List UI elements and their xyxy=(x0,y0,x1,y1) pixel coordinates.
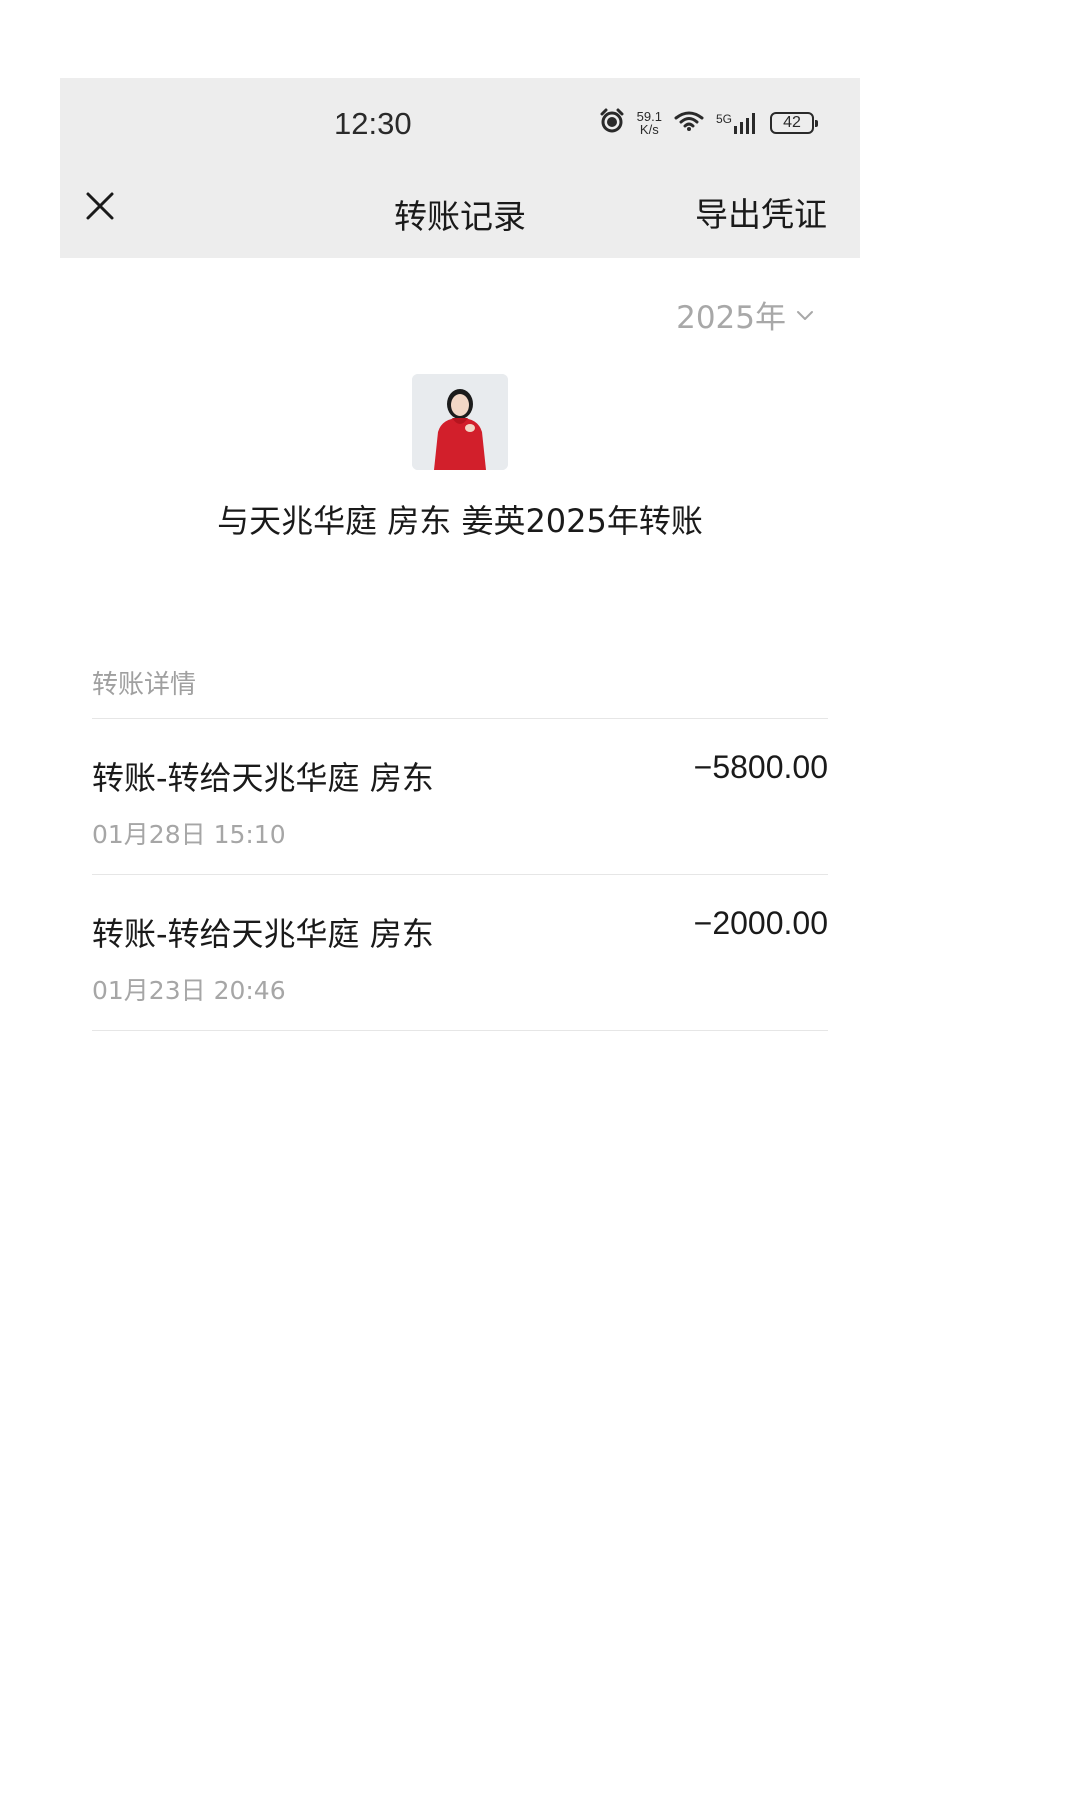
section-label: 转账详情 xyxy=(92,670,197,700)
signal-icon: 5G xyxy=(716,112,758,134)
transaction-title: 转账-转给天兆华庭 房东 xyxy=(92,759,434,797)
transaction-amount: −5800.00 xyxy=(693,749,828,785)
app-window: 12:30 59.1 K/s 5G 42 转账记录 导出凭证 2025年 与天兆… xyxy=(60,78,860,1778)
nav-bar: 转账记录 导出凭证 xyxy=(60,168,860,258)
transaction-time: 01月23日 20:46 xyxy=(92,976,286,1005)
year-label: 2025年 xyxy=(676,300,786,336)
network-speed: 59.1 K/s xyxy=(637,110,662,136)
close-icon xyxy=(86,192,114,220)
avatar xyxy=(412,374,508,470)
alarm-icon xyxy=(599,108,625,138)
header-area: 12:30 59.1 K/s 5G 42 转账记录 导出凭证 xyxy=(60,78,860,258)
transaction-row[interactable]: 转账-转给天兆华庭 房东 01月23日 20:46 −2000.00 xyxy=(92,875,828,1030)
network-type: 5G xyxy=(715,112,732,126)
close-button[interactable] xyxy=(80,186,120,226)
battery-icon: 42 xyxy=(770,112,818,134)
chevron-down-icon xyxy=(797,310,813,320)
status-icons: 59.1 K/s 5G 42 xyxy=(599,108,818,138)
battery-level: 42 xyxy=(783,114,801,131)
transaction-amount: −2000.00 xyxy=(693,905,828,941)
summary-title: 与天兆华庭 房东 姜英2025年转账 xyxy=(217,502,703,540)
year-selector[interactable]: 2025年 xyxy=(676,292,814,337)
export-voucher-button[interactable]: 导出凭证 xyxy=(695,188,827,236)
network-speed-unit: K/s xyxy=(639,122,659,137)
status-time: 12:30 xyxy=(334,106,412,141)
divider xyxy=(92,1030,828,1031)
transaction-time: 01月28日 15:10 xyxy=(92,820,286,849)
screen: 12:30 59.1 K/s 5G 42 转账记录 导出凭证 2025年 与天兆… xyxy=(0,0,1080,1800)
wifi-icon xyxy=(674,110,704,136)
transaction-title: 转账-转给天兆华庭 房东 xyxy=(92,915,434,953)
status-bar: 12:30 59.1 K/s 5G 42 xyxy=(60,78,860,168)
transaction-row[interactable]: 转账-转给天兆华庭 房东 01月28日 15:10 −5800.00 xyxy=(92,719,828,874)
